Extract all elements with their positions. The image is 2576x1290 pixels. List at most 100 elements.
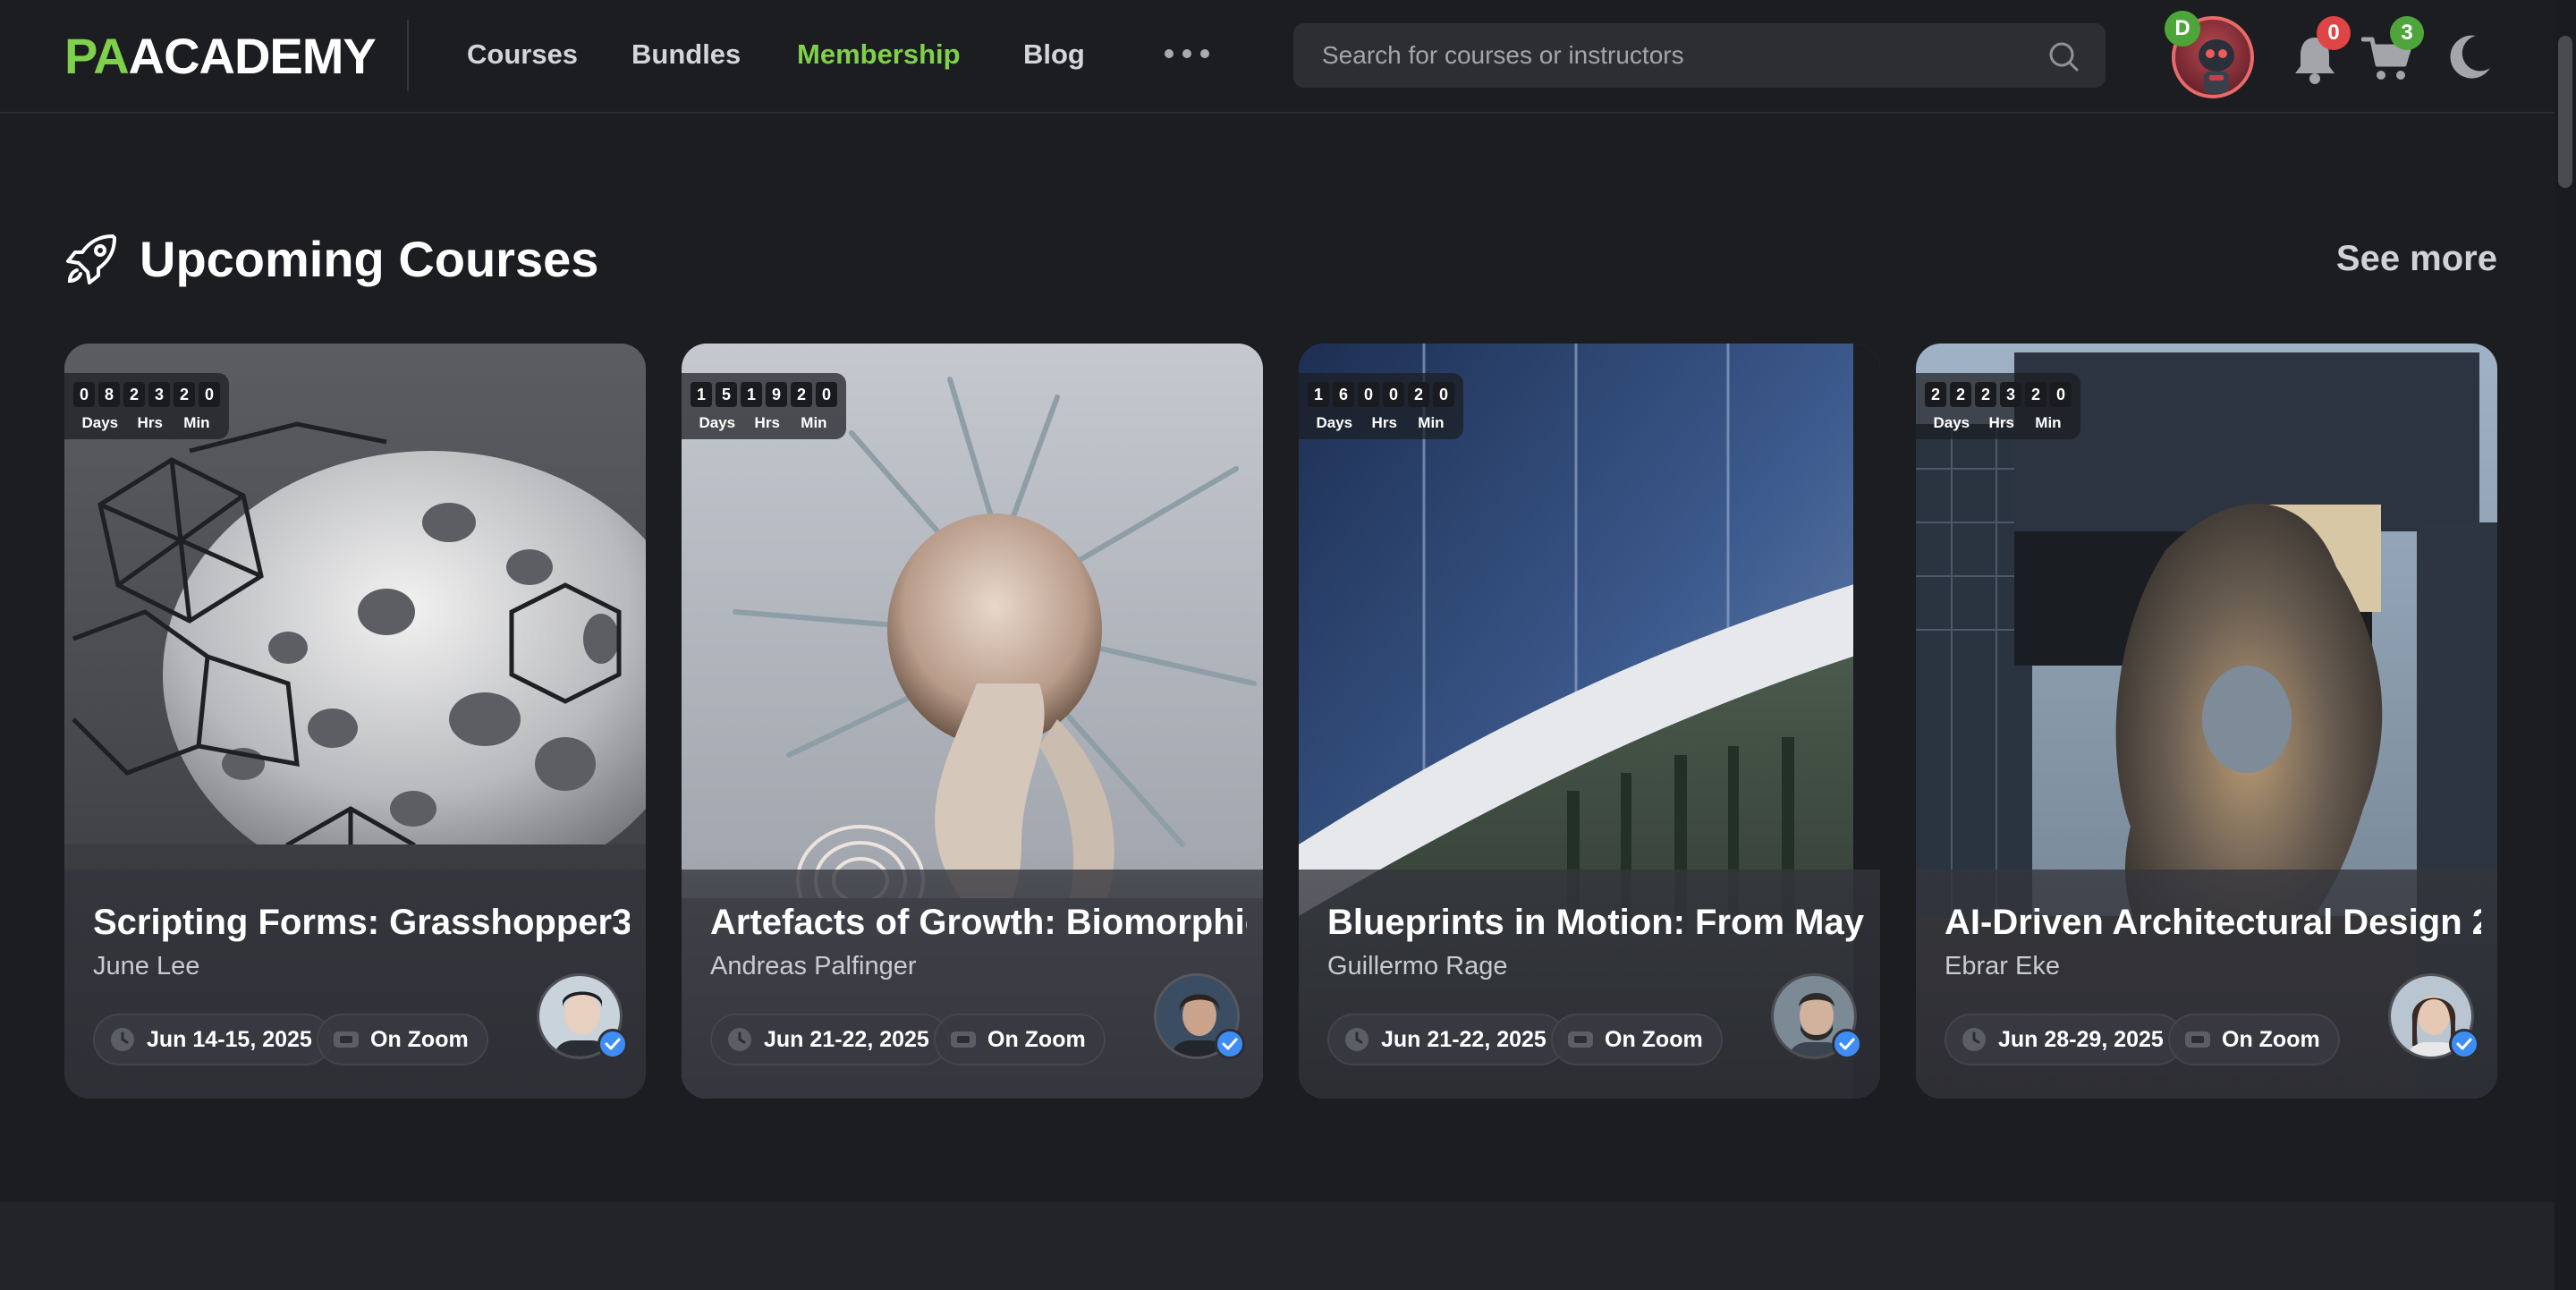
course-location-pill: On Zoom <box>317 1014 488 1065</box>
course-location-pill: On Zoom <box>1551 1014 1723 1065</box>
user-avatar-button[interactable]: D <box>2165 11 2254 98</box>
page-scrollbar[interactable] <box>2555 0 2576 1290</box>
countdown-digit: 2 <box>1925 382 1946 407</box>
clock-icon <box>1345 1028 1368 1051</box>
moon-icon <box>2450 35 2490 79</box>
video-camera-icon <box>1568 1031 1593 1048</box>
countdown-digit: 0 <box>2050 382 2072 407</box>
course-date: Jun 28-29, 2025 <box>1998 1026 2164 1052</box>
logo-part-academy: ACADEMY <box>128 28 377 84</box>
course-date-pill: Jun 21-22, 2025 <box>1327 1014 1566 1065</box>
countdown-digit: 1 <box>691 382 712 407</box>
nav-bundles[interactable]: Bundles <box>631 34 741 75</box>
countdown-digit: 0 <box>199 382 220 407</box>
clock-icon <box>111 1028 134 1051</box>
video-camera-icon <box>334 1031 359 1048</box>
countdown-unit-min: Min <box>1418 414 1445 431</box>
course-instructor[interactable]: Guillermo Rage <box>1327 948 1507 984</box>
course-title[interactable]: Artefacts of Growth: Biomorphic <box>710 900 1247 945</box>
top-navbar: PAACADEMY Courses Bundles Membership Blo… <box>0 0 2576 114</box>
notifications-count: 0 <box>2317 16 2351 50</box>
countdown-digit: 3 <box>2000 382 2021 407</box>
nav-courses[interactable]: Courses <box>467 34 578 75</box>
search-input[interactable] <box>1322 23 2038 88</box>
countdown-digit: 0 <box>1383 382 1404 407</box>
course-info-panel: Blueprints in Motion: From Maya Guillerm… <box>1299 870 1880 1099</box>
countdown-timer: 1 5 1 9 2 0 Days Hrs Min <box>682 373 846 439</box>
countdown-timer: 1 6 0 0 2 0 Days Hrs Min <box>1299 373 1463 439</box>
video-camera-icon <box>2185 1031 2210 1048</box>
course-instructor[interactable]: Ebrar Eke <box>1945 948 2060 984</box>
section-title: Upcoming Courses <box>140 231 599 287</box>
verified-badge-icon <box>1215 1029 1245 1059</box>
countdown-digit: 1 <box>741 382 762 407</box>
countdown-digit: 0 <box>816 382 837 407</box>
countdown-unit-min: Min <box>2035 414 2062 431</box>
course-date-pill: Jun 14-15, 2025 <box>93 1014 332 1065</box>
cart-count: 3 <box>2390 16 2424 50</box>
countdown-digit: 2 <box>123 382 145 407</box>
countdown-unit-days: Days <box>699 414 736 431</box>
more-icon[interactable] <box>1165 43 1209 64</box>
verified-badge-icon <box>1832 1029 1862 1059</box>
course-title[interactable]: Blueprints in Motion: From Maya <box>1327 900 1864 945</box>
countdown-digit: 0 <box>73 382 95 407</box>
course-instructor[interactable]: June Lee <box>93 948 199 984</box>
course-info-panel: Scripting Forms: Grasshopper3D June Lee … <box>64 870 646 1099</box>
course-location: On Zoom <box>2222 1026 2320 1052</box>
countdown-unit-min: Min <box>183 414 210 431</box>
course-location: On Zoom <box>1605 1026 1703 1052</box>
see-more-link[interactable]: See more <box>2336 236 2497 281</box>
verified-badge-icon <box>597 1029 628 1059</box>
course-info-panel: Artefacts of Growth: Biomorphic Andreas … <box>682 870 1263 1099</box>
nav-blog[interactable]: Blog <box>1023 34 1085 75</box>
course-title[interactable]: Scripting Forms: Grasshopper3D <box>93 900 630 945</box>
video-camera-icon <box>951 1031 976 1048</box>
course-date: Jun 21-22, 2025 <box>1381 1026 1546 1052</box>
avatar-badge: D <box>2165 11 2200 47</box>
logo-part-pa: PA <box>64 28 130 84</box>
course-date: Jun 14-15, 2025 <box>147 1026 312 1052</box>
verified-badge-icon <box>2449 1029 2479 1059</box>
course-card[interactable]: 2 2 2 3 2 0 Days Hrs Min AI-Driven Archi… <box>1916 344 2497 1099</box>
next-section-strip <box>0 1202 2576 1290</box>
course-location-pill: On Zoom <box>2168 1014 2340 1065</box>
course-info-panel: AI-Driven Architectural Design 2. Ebrar … <box>1916 870 2497 1099</box>
countdown-digit: 3 <box>148 382 170 407</box>
countdown-digit: 9 <box>766 382 787 407</box>
countdown-unit-days: Days <box>1933 414 1970 431</box>
countdown-unit-days: Days <box>81 414 119 431</box>
clock-icon <box>728 1028 751 1051</box>
countdown-unit-hrs: Hrs <box>137 414 163 431</box>
countdown-digit: 2 <box>1975 382 1996 407</box>
countdown-digit: 0 <box>1358 382 1379 407</box>
notifications-button[interactable]: 0 <box>2292 16 2351 84</box>
clock-icon <box>1962 1028 1986 1051</box>
course-location-pill: On Zoom <box>934 1014 1106 1065</box>
cart-button[interactable]: 3 <box>2361 16 2424 84</box>
search-icon[interactable] <box>2046 39 2080 73</box>
course-card[interactable]: 1 6 0 0 2 0 Days Hrs Min Blueprints in M… <box>1299 344 1880 1099</box>
countdown-digit: 2 <box>174 382 195 407</box>
scrollbar-thumb[interactable] <box>2558 36 2572 188</box>
countdown-digit: 1 <box>1308 382 1329 407</box>
countdown-digit: 2 <box>791 382 812 407</box>
theme-toggle-button[interactable] <box>2444 32 2494 82</box>
countdown-digit: 8 <box>98 382 120 407</box>
course-date-pill: Jun 28-29, 2025 <box>1945 1014 2183 1065</box>
countdown-digit: 6 <box>1333 382 1354 407</box>
countdown-digit: 2 <box>2025 382 2046 407</box>
logo[interactable]: PAACADEMY <box>64 27 377 86</box>
search-bar <box>1293 23 2106 88</box>
course-date-pill: Jun 21-22, 2025 <box>710 1014 949 1065</box>
countdown-digit: 2 <box>1408 382 1429 407</box>
course-instructor[interactable]: Andreas Palfinger <box>710 948 917 984</box>
course-title[interactable]: AI-Driven Architectural Design 2. <box>1945 900 2481 945</box>
nav-membership[interactable]: Membership <box>797 34 961 75</box>
countdown-digit: 2 <box>1950 382 1971 407</box>
course-location: On Zoom <box>987 1026 1086 1052</box>
countdown-timer: 2 2 2 3 2 0 Days Hrs Min <box>1916 373 2080 439</box>
countdown-timer: 0 8 2 3 2 0 Days Hrs Min <box>64 373 229 439</box>
course-card[interactable]: 0 8 2 3 2 0 Days Hrs Min Scripting Forms… <box>64 344 646 1099</box>
course-card[interactable]: 1 5 1 9 2 0 Days Hrs Min Artefacts of Gr… <box>682 344 1263 1099</box>
